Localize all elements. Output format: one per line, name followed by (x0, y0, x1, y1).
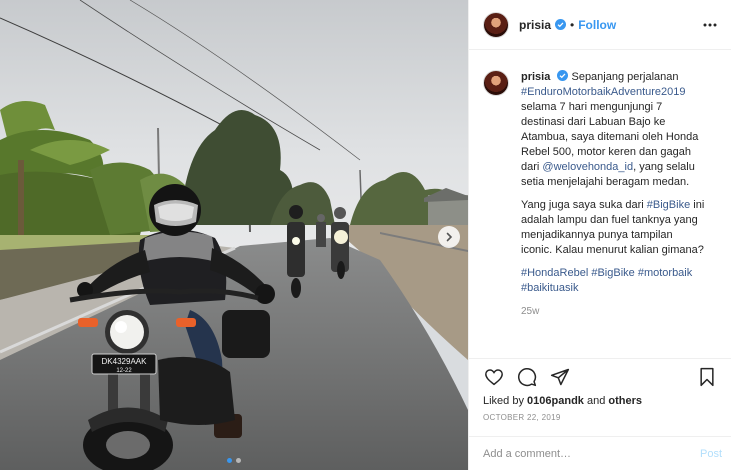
mention-link[interactable]: @welovehonda_id (542, 161, 633, 173)
motorcycle-road-image: DK4329AAK 12-22 (0, 0, 468, 470)
caption-area: prisia Sepanjang perjalanan #EnduroMotor… (469, 50, 731, 358)
post-side-panel: prisia • Follow prisia Sepanjang perjala… (468, 0, 731, 470)
caption-age: 25w (521, 306, 540, 317)
license-plate-line1: DK4329AAK (102, 357, 148, 366)
heart-icon (485, 369, 503, 386)
carousel-next-button[interactable] (438, 226, 460, 248)
hashtag-link[interactable]: #motorbaik (638, 267, 692, 279)
like-button[interactable] (483, 366, 505, 388)
caption-username[interactable]: prisia (521, 71, 550, 83)
liked-by-user-link[interactable]: 0106pandk (527, 395, 584, 407)
hashtag-link[interactable]: #BigBike (591, 267, 634, 279)
post-actions: Liked by 0106pandk and others OCTOBER 22… (469, 358, 731, 422)
verified-badge-icon (555, 19, 567, 30)
comment-icon (518, 368, 537, 387)
post-photo[interactable]: DK4329AAK 12-22 (0, 0, 468, 470)
carousel-indicator (0, 458, 468, 463)
more-options-button[interactable] (701, 16, 719, 34)
likes-and: and (586, 395, 606, 407)
author-username[interactable]: prisia (519, 18, 551, 32)
license-plate-line2: 12-22 (116, 368, 132, 374)
share-icon (550, 368, 570, 386)
save-button[interactable] (696, 366, 718, 388)
likes-others-link[interactable]: others (608, 395, 642, 407)
likes-summary: Liked by 0106pandk and others (483, 395, 718, 407)
author-avatar[interactable] (483, 11, 509, 38)
hashtag-link[interactable]: #HondaRebel (521, 267, 588, 279)
comment-button[interactable] (516, 366, 538, 388)
caption-text: Sepanjang perjalanan (571, 71, 679, 83)
comment-box: Post (469, 436, 731, 470)
header-separator: • (570, 17, 575, 32)
verified-badge-icon (557, 70, 569, 81)
share-button[interactable] (549, 366, 571, 388)
post-caption: prisia Sepanjang perjalanan #EnduroMotor… (521, 70, 706, 319)
post-header: prisia • Follow (469, 0, 731, 50)
post-comment-button[interactable]: Post (700, 448, 722, 460)
follow-button[interactable]: Follow (578, 18, 616, 32)
hashtag-link[interactable]: #BigBike (647, 199, 690, 211)
hashtag-link[interactable]: #baikituasik (521, 282, 578, 294)
post-date: OCTOBER 22, 2019 (483, 413, 561, 422)
bookmark-icon (700, 367, 714, 387)
carousel-dot-1 (227, 458, 232, 463)
comment-input[interactable] (483, 447, 700, 460)
hashtag-link[interactable]: #EnduroMotorbaikAdventure2019 (521, 86, 686, 98)
caption-author-avatar[interactable] (483, 70, 509, 96)
chevron-right-icon (446, 232, 453, 242)
carousel-dot-2 (236, 458, 241, 463)
more-options-icon (703, 23, 717, 26)
caption-text: Yang juga saya suka dari (521, 199, 644, 211)
likes-prefix: Liked by (483, 395, 524, 407)
